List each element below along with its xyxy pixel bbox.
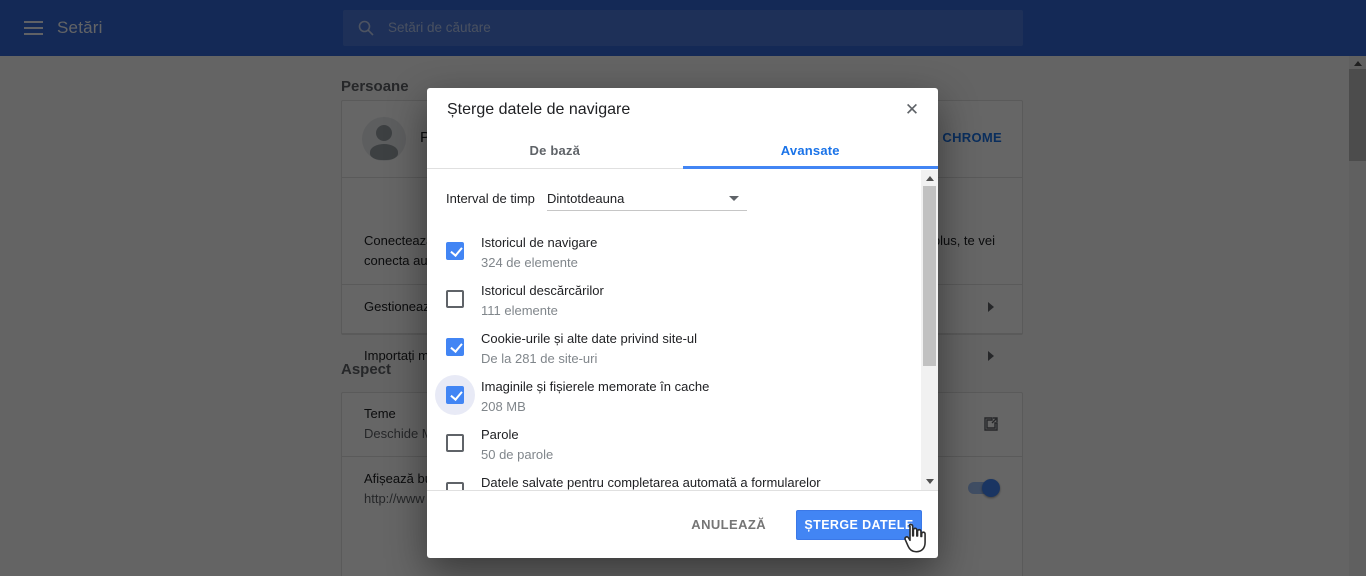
chrome-settings-page: Setări Setări de căutare Persoane P A CH… bbox=[0, 0, 1366, 576]
list-item-download-history: Istoricul descărcărilor 111 elemente bbox=[427, 278, 921, 326]
scroll-up-icon[interactable] bbox=[926, 176, 934, 181]
clear-data-button[interactable]: ȘTERGE DATELE bbox=[796, 510, 922, 540]
checkbox-autofill[interactable] bbox=[446, 482, 464, 490]
item-label: Parole bbox=[481, 427, 519, 442]
checkbox-download-history[interactable] bbox=[446, 290, 464, 308]
scroll-down-icon[interactable] bbox=[926, 479, 934, 484]
dialog-tabs: De bază Avansate bbox=[427, 132, 938, 169]
list-item-browsing-history: Istoricul de navigare 324 de elemente bbox=[427, 230, 921, 278]
item-label: Cookie-urile și alte date privind site-u… bbox=[481, 331, 697, 346]
scrollbar-thumb[interactable] bbox=[923, 186, 936, 366]
dialog-content: Interval de timp Dintotdeauna Istoricul … bbox=[427, 169, 921, 490]
dialog-scrollbar[interactable] bbox=[921, 170, 938, 490]
list-item-autofill: Datele salvate pentru completarea automa… bbox=[427, 470, 921, 490]
close-icon[interactable]: ✕ bbox=[900, 98, 924, 122]
dialog-title: Șterge datele de navigare bbox=[447, 101, 630, 119]
list-item-passwords: Parole 50 de parole bbox=[427, 422, 921, 470]
item-detail: 111 elemente bbox=[481, 303, 558, 318]
item-detail: 324 de elemente bbox=[481, 255, 578, 270]
time-range-label: Interval de timp bbox=[446, 191, 535, 206]
item-label: Istoricul descărcărilor bbox=[481, 283, 604, 298]
item-detail: 50 de parole bbox=[481, 447, 553, 462]
time-range-value: Dintotdeauna bbox=[547, 191, 624, 206]
time-range-dropdown[interactable]: Dintotdeauna bbox=[547, 183, 747, 211]
cancel-button[interactable]: ANULEAZĂ bbox=[691, 517, 766, 532]
dropdown-arrow-icon bbox=[729, 196, 739, 201]
item-label: Istoricul de navigare bbox=[481, 235, 597, 250]
item-detail: De la 281 de site-uri bbox=[481, 351, 597, 366]
tab-advanced[interactable]: Avansate bbox=[683, 132, 939, 168]
checkbox-passwords[interactable] bbox=[446, 434, 464, 452]
list-item-cookies: Cookie-urile și alte date privind site-u… bbox=[427, 326, 921, 374]
tab-basic[interactable]: De bază bbox=[427, 132, 683, 168]
checkbox-cookies[interactable] bbox=[446, 338, 464, 356]
checkbox-cached-images[interactable] bbox=[446, 386, 464, 404]
item-label: Datele salvate pentru completarea automa… bbox=[481, 475, 821, 490]
item-label: Imaginile și fișierele memorate în cache bbox=[481, 379, 709, 394]
clear-browsing-data-dialog: Șterge datele de navigare ✕ De bază Avan… bbox=[427, 88, 938, 558]
item-detail: 208 MB bbox=[481, 399, 526, 414]
checkbox-browsing-history[interactable] bbox=[446, 242, 464, 260]
list-item-cached-images: Imaginile și fișierele memorate în cache… bbox=[427, 374, 921, 422]
dialog-footer: ANULEAZĂ ȘTERGE DATELE bbox=[427, 490, 938, 558]
